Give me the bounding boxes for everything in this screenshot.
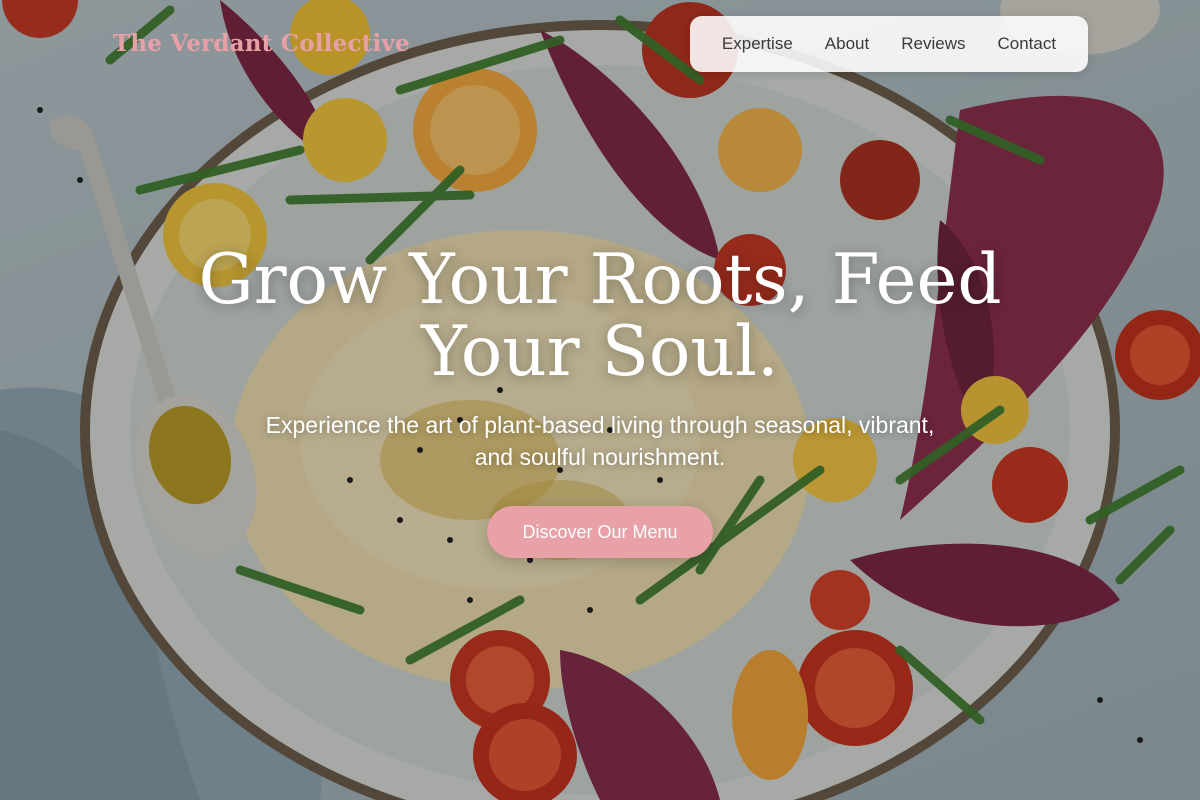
hero-background-image <box>0 0 1200 800</box>
hero-subtitle: Experience the art of plant-based living… <box>200 409 1000 473</box>
hero-title-line-1: Grow Your Roots, Feed <box>198 240 1002 320</box>
hero-subtitle-line-2: and soulful nourishment. <box>474 444 726 470</box>
brand-logo[interactable]: The Verdant Collective <box>113 30 410 57</box>
nav-link-reviews[interactable]: Reviews <box>901 34 965 54</box>
nav-link-contact[interactable]: Contact <box>997 34 1056 54</box>
nav-link-expertise[interactable]: Expertise <box>722 34 793 54</box>
hero-title-line-2: Your Soul. <box>421 312 779 392</box>
hero-subtitle-line-1: Experience the art of plant-based living… <box>265 412 935 438</box>
nav-link-about[interactable]: About <box>825 34 869 54</box>
hero-title: Grow Your Roots, Feed Your Soul. <box>0 244 1200 388</box>
main-nav: Expertise About Reviews Contact <box>690 16 1088 72</box>
discover-menu-button[interactable]: Discover Our Menu <box>487 506 713 558</box>
